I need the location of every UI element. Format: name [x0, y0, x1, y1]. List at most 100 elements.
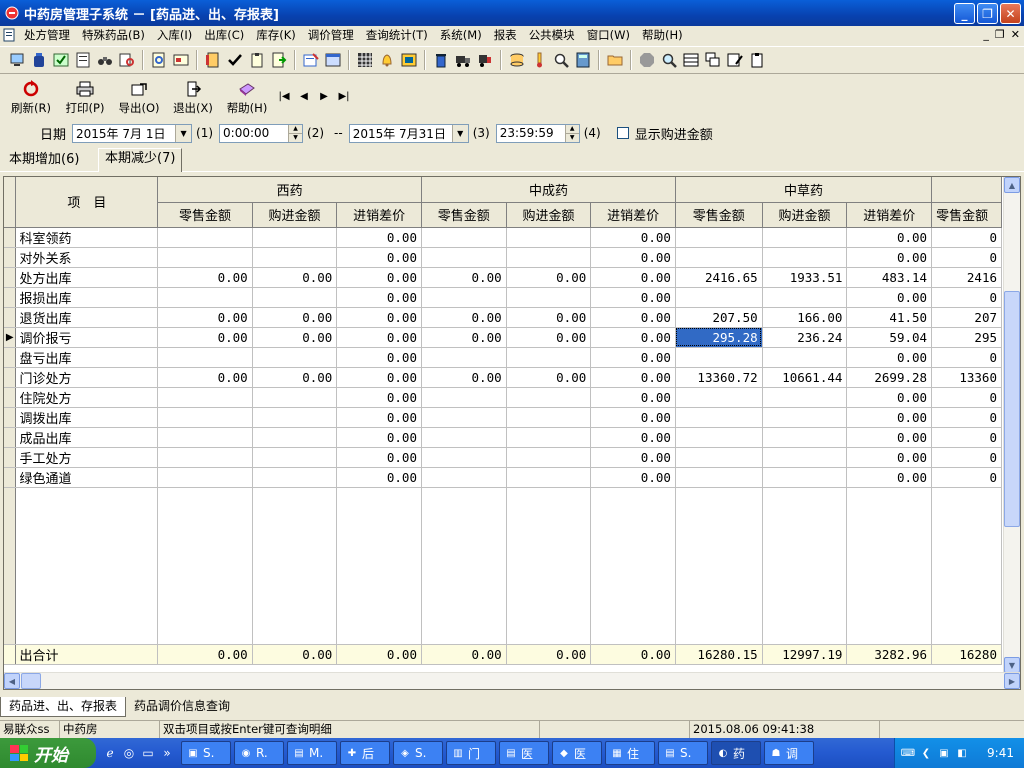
table-cell[interactable]: 236.24: [762, 327, 848, 348]
table-cell[interactable]: [421, 407, 507, 428]
table-cell[interactable]: 0: [931, 227, 1002, 248]
show-purchase-checkbox[interactable]: [616, 127, 629, 139]
table-cell[interactable]: [157, 227, 253, 248]
table-cell[interactable]: 0.00: [336, 267, 422, 288]
total-row[interactable]: 出合计 0.00 0.00 0.00 0.00 0.00 0.00 16280.15 12997…: [4, 644, 1002, 665]
table-cell[interactable]: 0: [931, 467, 1002, 488]
menu-prescription[interactable]: 处方管理: [18, 26, 76, 44]
menu-query-stats[interactable]: 查询统计(T): [360, 26, 434, 44]
horizontal-scroll-thumb[interactable]: [21, 673, 41, 689]
refresh-button[interactable]: 刷新(R): [4, 78, 58, 116]
check-icon[interactable]: [52, 51, 70, 69]
file-search-icon[interactable]: [150, 51, 168, 69]
taskbar-button[interactable]: ▣ S.: [181, 741, 231, 765]
menu-inventory[interactable]: 库存(K): [250, 26, 302, 44]
table-cell[interactable]: 0.00: [590, 287, 676, 308]
row-item-label[interactable]: 成品出库: [15, 427, 159, 448]
row-item-label[interactable]: 出合计: [15, 644, 159, 665]
start-date-picker[interactable]: 2015年 7月 1日 ▼: [72, 123, 193, 143]
row-item-label[interactable]: 退货出库: [15, 307, 159, 328]
table-cell[interactable]: 0.00: [336, 227, 422, 248]
table-cell[interactable]: 0.00: [846, 247, 933, 268]
table-cell[interactable]: [252, 447, 338, 468]
table-cell[interactable]: 0.00: [590, 387, 676, 408]
taskbar-button[interactable]: ◉ R.: [234, 741, 284, 765]
taskbar-button[interactable]: ◆ 医: [552, 741, 602, 765]
table-cell[interactable]: [506, 347, 592, 368]
table-cell[interactable]: 207: [931, 307, 1002, 328]
table-cell[interactable]: 0.00: [846, 427, 933, 448]
table-row[interactable]: 盘亏出库 0.00 0.00 0.00 0: [4, 347, 1002, 368]
form-icon[interactable]: [74, 51, 92, 69]
export-button[interactable]: 导出(O): [112, 78, 166, 116]
table-cell[interactable]: [421, 247, 507, 268]
table-cell[interactable]: 0.00: [336, 407, 422, 428]
table-cell[interactable]: [157, 287, 253, 308]
tray-expand-icon[interactable]: ❮: [919, 746, 933, 760]
table-cell[interactable]: 207.50: [675, 307, 763, 328]
table-cell[interactable]: [506, 447, 592, 468]
table-cell[interactable]: [421, 287, 507, 308]
table-row[interactable]: 处方出库 0.00 0.00 0.00 0.00 0.00 0.00 2416.65 1933.…: [4, 267, 1002, 288]
browser-icon[interactable]: ◎: [121, 745, 137, 761]
table-cell[interactable]: 13360.72: [675, 367, 763, 388]
table-cell[interactable]: 0.00: [506, 367, 592, 388]
table-cell[interactable]: 0.00: [157, 307, 253, 328]
end-date-picker[interactable]: 2015年 7月31日 ▼: [348, 123, 469, 143]
row-item-label[interactable]: 报损出库: [15, 287, 159, 308]
table-cell[interactable]: [762, 227, 848, 248]
tab-period-increase[interactable]: 本期增加(6): [3, 150, 85, 172]
chevron-down-icon[interactable]: ▼: [175, 124, 192, 142]
row-item-label[interactable]: 绿色通道: [15, 467, 159, 488]
close-button[interactable]: ✕: [1000, 3, 1021, 24]
taskbar-button[interactable]: ▤ 医: [499, 741, 549, 765]
table-cell[interactable]: 0.00: [590, 427, 676, 448]
row-item-label[interactable]: 住院处方: [15, 387, 159, 408]
table-cell[interactable]: 0.00: [846, 407, 933, 428]
table-cell[interactable]: 59.04: [846, 327, 933, 348]
table-cell[interactable]: [675, 467, 763, 488]
clipboard-icon[interactable]: [248, 51, 266, 69]
table-cell[interactable]: [762, 427, 848, 448]
table-cell[interactable]: 2416: [931, 267, 1002, 288]
table-cell[interactable]: 0.00: [157, 367, 253, 388]
end-time-field[interactable]: 23:59:59 ▲ ▼: [495, 123, 580, 143]
menu-reports[interactable]: 报表: [488, 26, 523, 44]
table-cell[interactable]: 0: [931, 427, 1002, 448]
database-icon[interactable]: [508, 51, 526, 69]
table-cell[interactable]: 0.00: [252, 367, 338, 388]
table-cell[interactable]: 0: [931, 447, 1002, 468]
table-row[interactable]: 科室领药 0.00 0.00 0.00 0: [4, 227, 1002, 248]
table-cell[interactable]: 0.00: [846, 387, 933, 408]
table-cell[interactable]: [252, 387, 338, 408]
taskbar-button[interactable]: ▦ 住: [605, 741, 655, 765]
edit-form-icon[interactable]: [302, 51, 320, 69]
card-icon[interactable]: [172, 51, 190, 69]
table-cell[interactable]: [421, 387, 507, 408]
table-cell[interactable]: 16280: [931, 644, 1002, 665]
table-cell[interactable]: [762, 347, 848, 368]
table-cell[interactable]: 0.00: [336, 467, 422, 488]
search-list-icon[interactable]: [118, 51, 136, 69]
taskbar-button[interactable]: ▥ 门: [446, 741, 496, 765]
table-cell[interactable]: [252, 427, 338, 448]
table-cell[interactable]: 0: [931, 347, 1002, 368]
table-cell[interactable]: 0.00: [506, 307, 592, 328]
document-arrow-icon[interactable]: [270, 51, 288, 69]
time-spinner[interactable]: ▲ ▼: [288, 124, 303, 142]
table-row[interactable]: 报损出库 0.00 0.00 0.00 0: [4, 287, 1002, 308]
document-icon[interactable]: [0, 26, 18, 44]
scroll-right-icon[interactable]: ▶: [1004, 673, 1020, 689]
table-cell[interactable]: 0.00: [506, 644, 592, 665]
table-cell[interactable]: [675, 427, 763, 448]
table-row[interactable]: 手工处方 0.00 0.00 0.00 0: [4, 447, 1002, 468]
window-icon[interactable]: [324, 51, 342, 69]
table-cell[interactable]: [157, 427, 253, 448]
start-time-field[interactable]: 0:00:00 ▲ ▼: [219, 123, 304, 143]
help-button[interactable]: 帮助(H): [220, 78, 274, 116]
row-item-label[interactable]: 处方出库: [15, 267, 159, 288]
table-cell[interactable]: [506, 287, 592, 308]
menu-help[interactable]: 帮助(H): [636, 26, 689, 44]
table-cell[interactable]: [421, 227, 507, 248]
table-cell[interactable]: 295: [931, 327, 1002, 348]
